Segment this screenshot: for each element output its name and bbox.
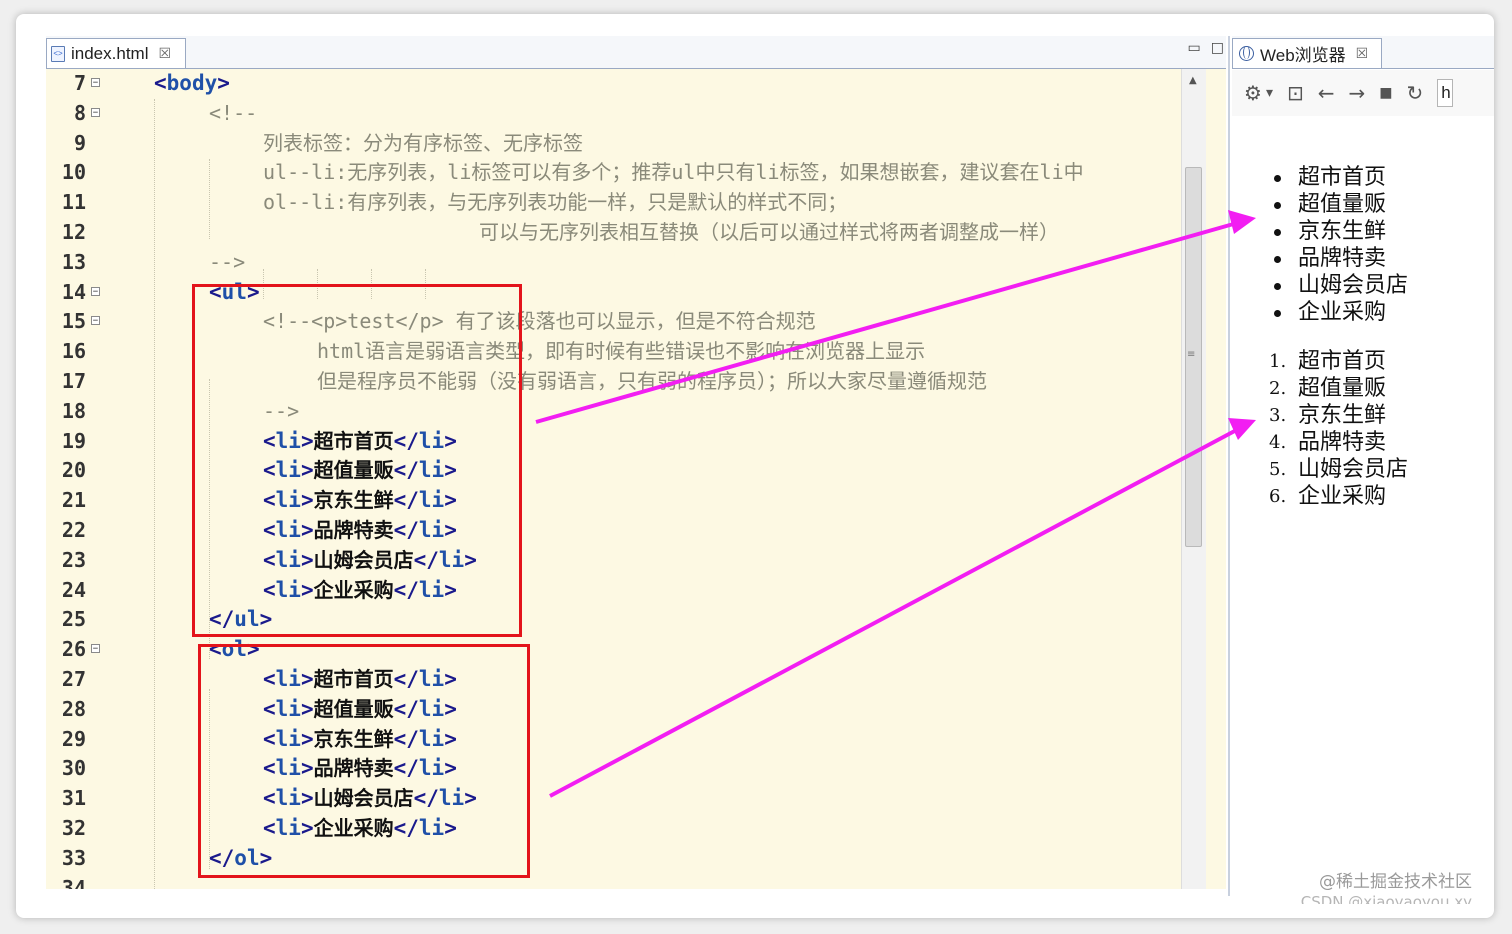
ol-arrow-line [549, 424, 1245, 798]
watermark: @稀土掘金技术社区 CSDN @xiaoyaoyou.xy [1301, 872, 1472, 904]
screenshot-frame: <> index.html ☒ ▭ □ 7−8−9 10 11 12 13 14−15−1… [16, 14, 1494, 918]
ul-arrow-head [1228, 210, 1256, 234]
watermark-line2: CSDN @xiaoyaoyou.xy [1300, 893, 1472, 904]
annotation-arrows [535, 210, 1256, 798]
ul-arrow-line [535, 219, 1245, 424]
watermark-line1: @稀土掘金技术社区 [1319, 872, 1472, 892]
ol-arrow-head [1228, 418, 1256, 440]
